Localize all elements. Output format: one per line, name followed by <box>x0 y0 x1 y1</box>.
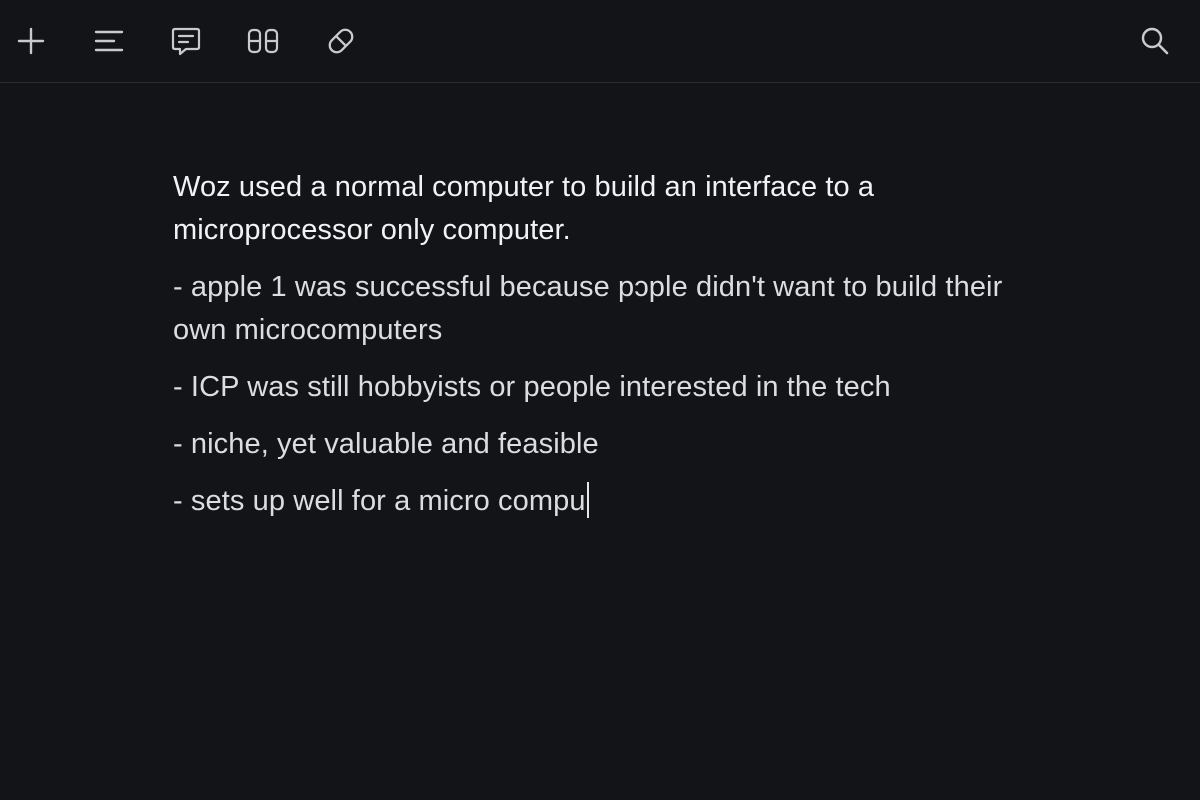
comment-button[interactable] <box>167 22 205 60</box>
panels-icon <box>246 26 280 56</box>
panels-button[interactable] <box>244 22 282 60</box>
toolbar <box>0 0 1200 83</box>
note-line[interactable]: - apple 1 was successful because pɔple d… <box>173 266 1053 352</box>
note-line[interactable]: - niche, yet valuable and feasible <box>173 423 1053 466</box>
tag-button[interactable] <box>322 22 360 60</box>
comment-icon <box>170 25 202 57</box>
tag-icon <box>323 23 359 59</box>
note-line[interactable]: - ICP was still hobbyists or people inte… <box>173 366 1053 409</box>
plus-icon <box>16 26 46 56</box>
new-note-button[interactable] <box>12 22 50 60</box>
note-line[interactable]: Woz used a normal computer to build an i… <box>173 166 1053 252</box>
search-icon <box>1139 25 1171 57</box>
note-line-text: - sets up well for a micro compu <box>173 485 586 517</box>
note-editor[interactable]: Woz used a normal computer to build an i… <box>173 166 1053 537</box>
outline-icon <box>93 26 125 56</box>
text-caret <box>586 482 589 518</box>
notes-app: Woz used a normal computer to build an i… <box>0 0 1200 800</box>
outline-button[interactable] <box>90 22 128 60</box>
search-button[interactable] <box>1136 22 1174 60</box>
note-line-active[interactable]: - sets up well for a micro compu <box>173 480 1053 523</box>
